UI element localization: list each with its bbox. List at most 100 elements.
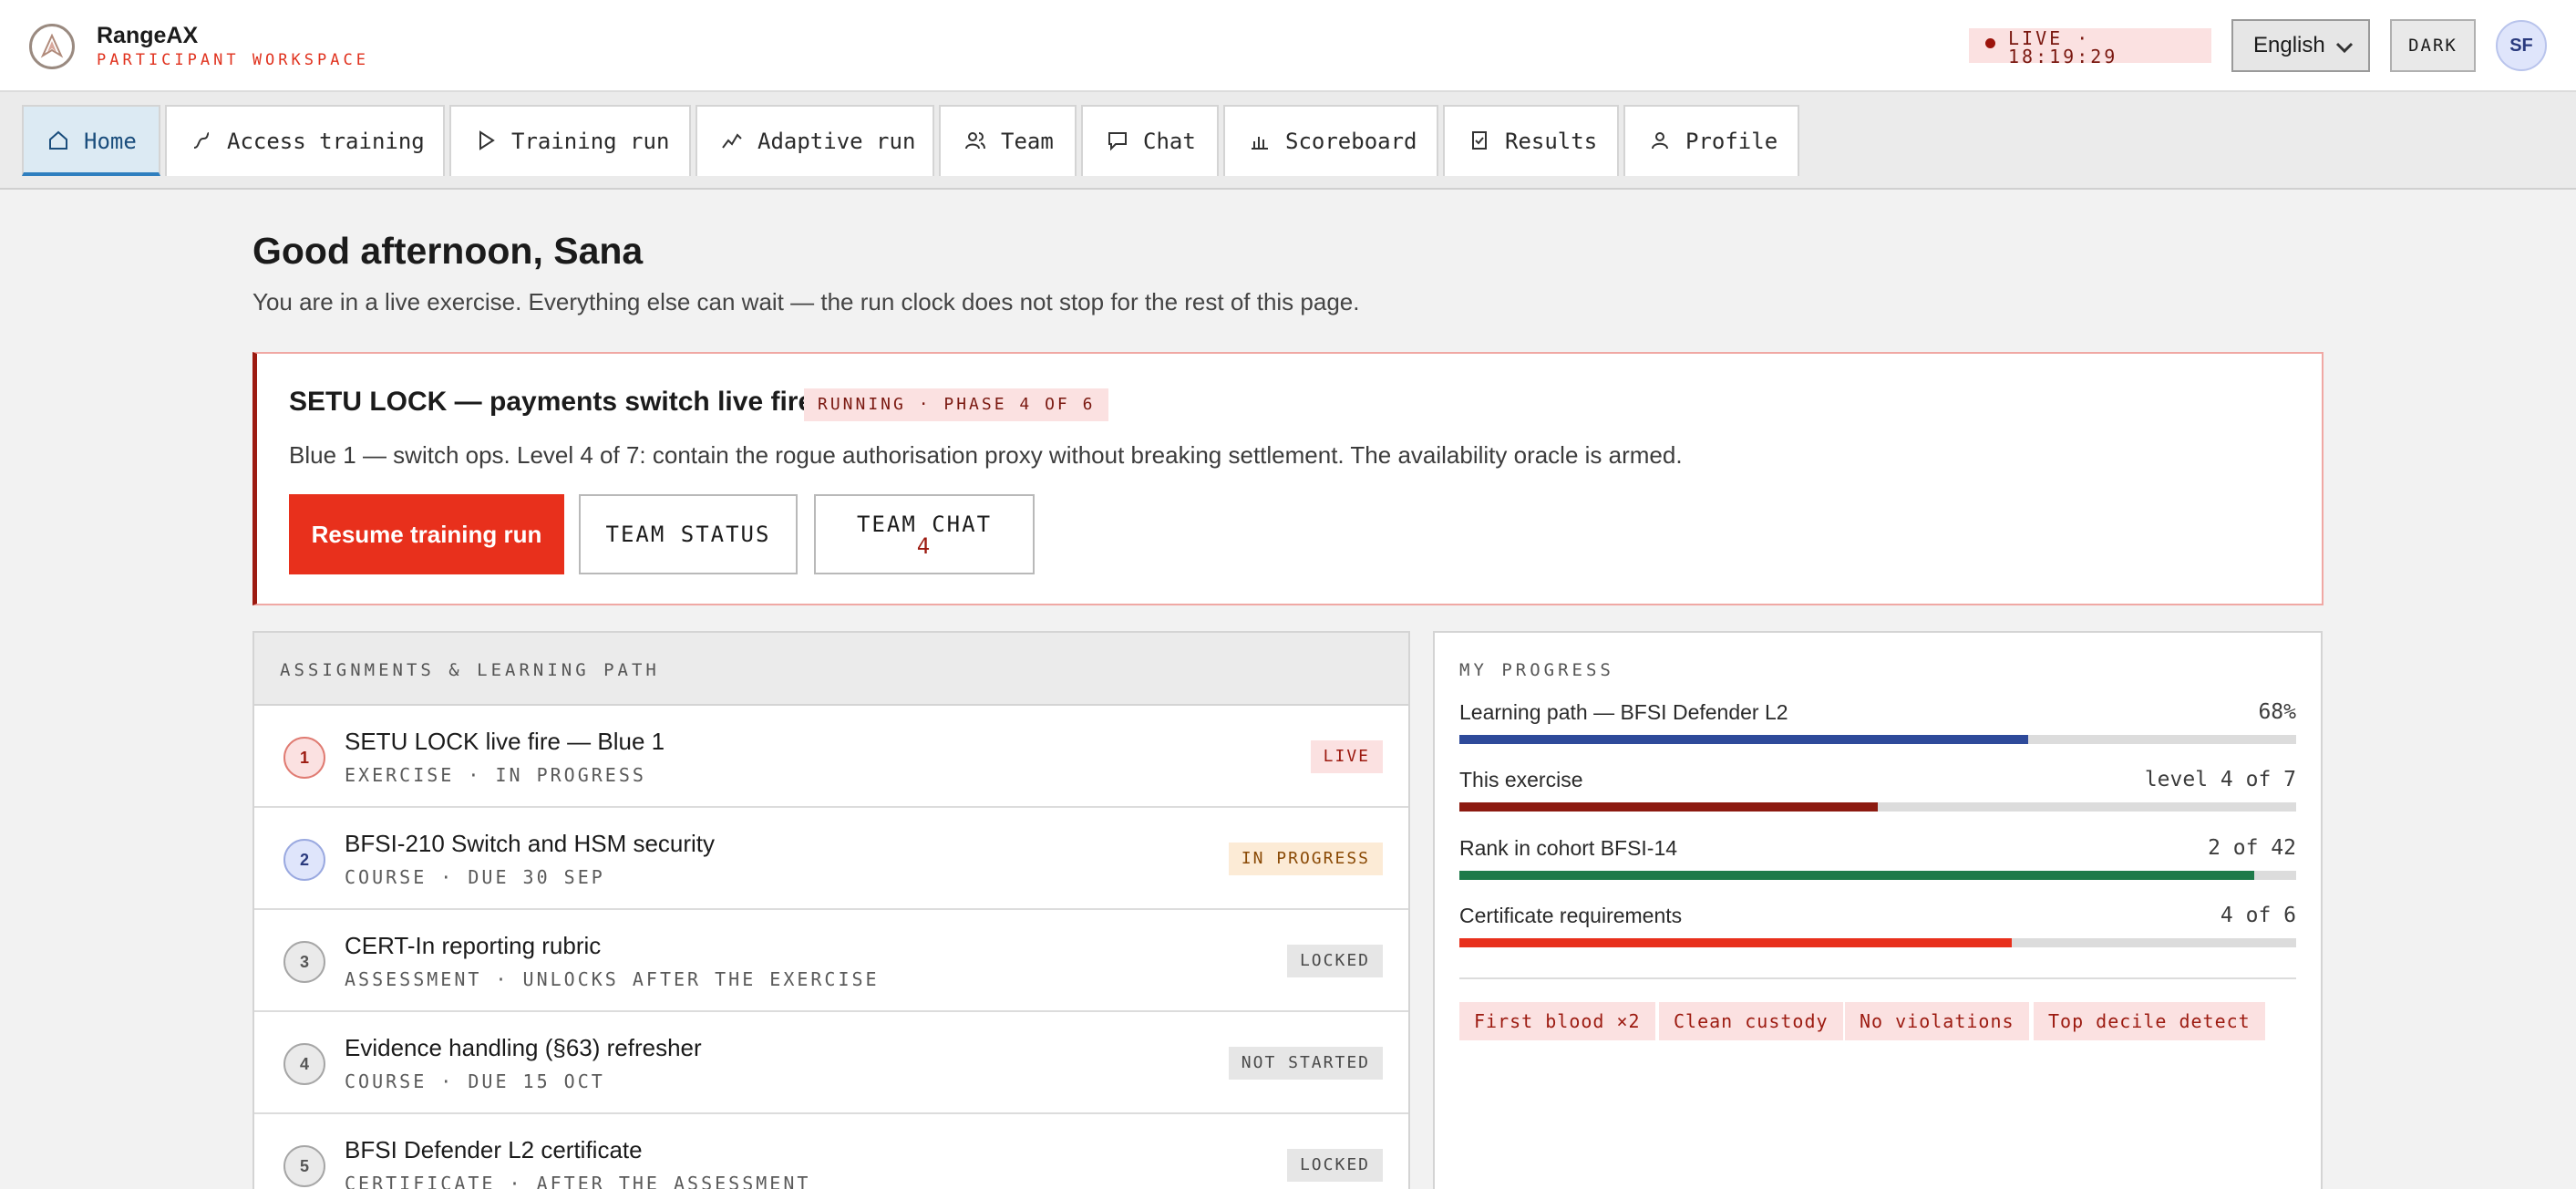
item-title: BFSI-210 Switch and HSM security bbox=[345, 830, 716, 857]
item-title: CERT-In reporting rubric bbox=[345, 932, 602, 959]
user-icon bbox=[1652, 132, 1668, 150]
active-run-card: SETU LOCK — payments switch live fire RU… bbox=[252, 352, 2324, 605]
item-meta: COURSE · DUE 30 SEP bbox=[345, 866, 605, 888]
step-number: 3 bbox=[283, 941, 325, 983]
app-name: RangeAX bbox=[97, 23, 199, 48]
progress-label: Learning path — BFSI Defender L2 bbox=[1459, 700, 1788, 724]
team-chat-count: 4 bbox=[916, 533, 933, 559]
tab-training-run[interactable]: Training run bbox=[449, 105, 691, 176]
tab-scoreboard[interactable]: Scoreboard bbox=[1223, 105, 1438, 176]
progress-fill bbox=[1459, 802, 1878, 812]
assignments-heading: ASSIGNMENTS & LEARNING PATH bbox=[254, 633, 1408, 706]
play-icon bbox=[479, 130, 495, 150]
trend-icon bbox=[722, 133, 742, 149]
step-number: 5 bbox=[283, 1145, 325, 1187]
item-meta: EXERCISE · IN PROGRESS bbox=[345, 764, 646, 786]
tab-label: Scoreboard bbox=[1285, 129, 1417, 154]
list-item[interactable]: 4 Evidence handling (§63) refresher COUR… bbox=[254, 1012, 1408, 1114]
status-badge: LOCKED bbox=[1286, 945, 1383, 977]
tab-chat[interactable]: Chat bbox=[1081, 105, 1219, 176]
chevron-down-icon bbox=[2335, 42, 2354, 54]
team-status-button[interactable]: TEAM STATUS bbox=[579, 494, 798, 574]
progress-item: Certificate requirements 4 of 6 bbox=[1459, 904, 2296, 958]
step-number: 1 bbox=[283, 737, 325, 779]
tab-label: Chat bbox=[1143, 129, 1196, 154]
top-header: RangeAX PARTICIPANT WORKSPACE LIVE · 18:… bbox=[0, 0, 2576, 92]
progress-value: 4 of 6 bbox=[2220, 904, 2296, 927]
bar-chart-icon bbox=[1252, 137, 1268, 150]
progress-label: This exercise bbox=[1459, 768, 1583, 791]
live-clock-badge: LIVE · 18:19:29 bbox=[1969, 27, 2211, 67]
assignments-panel: ASSIGNMENTS & LEARNING PATH 1 SETU LOCK … bbox=[252, 631, 1410, 1189]
status-badge: NOT STARTED bbox=[1228, 1047, 1383, 1080]
tab-label: Training run bbox=[511, 129, 670, 154]
tab-label: Home bbox=[84, 129, 137, 154]
main-nav: Home Access training Training run Adapti… bbox=[0, 92, 2576, 190]
list-item[interactable]: 1 SETU LOCK live fire — Blue 1 EXERCISE … bbox=[254, 706, 1408, 808]
achievement-chip: Clean custody bbox=[1659, 1002, 1843, 1040]
progress-track bbox=[1459, 735, 2296, 744]
item-title: SETU LOCK live fire — Blue 1 bbox=[345, 728, 665, 755]
tab-profile[interactable]: Profile bbox=[1623, 105, 1799, 176]
item-title: Evidence handling (§63) refresher bbox=[345, 1034, 702, 1061]
step-number: 2 bbox=[283, 839, 325, 881]
list-item[interactable]: 3 CERT-In reporting rubric ASSESSMENT · … bbox=[254, 910, 1408, 1012]
run-status-badge: RUNNING · PHASE 4 OF 6 bbox=[804, 388, 1109, 421]
item-meta: COURSE · DUE 15 OCT bbox=[345, 1070, 605, 1092]
achievement-chip: No violations bbox=[1845, 1002, 2029, 1040]
tab-team[interactable]: Team bbox=[939, 105, 1077, 176]
route-icon bbox=[193, 132, 210, 149]
tab-home[interactable]: Home bbox=[22, 105, 160, 176]
page-title: Good afternoon, Sana bbox=[252, 230, 644, 272]
item-meta: CERTIFICATE · AFTER THE ASSESSMENT bbox=[345, 1173, 811, 1189]
tab-adaptive-run[interactable]: Adaptive run bbox=[696, 105, 934, 176]
language-value: English bbox=[2253, 33, 2325, 57]
progress-label: Certificate requirements bbox=[1459, 904, 1683, 927]
tab-access-training[interactable]: Access training bbox=[165, 105, 445, 176]
list-item[interactable]: 2 BFSI-210 Switch and HSM security COURS… bbox=[254, 808, 1408, 910]
progress-heading: MY PROGRESS bbox=[1459, 660, 1614, 680]
progress-item: Rank in cohort BFSI-14 2 of 42 bbox=[1459, 836, 2296, 891]
language-select[interactable]: English bbox=[2231, 19, 2370, 72]
dark-mode-button[interactable]: DARK bbox=[2390, 19, 2476, 72]
step-number: 4 bbox=[283, 1043, 325, 1085]
progress-item: Learning path — BFSI Defender L2 68% bbox=[1459, 700, 2296, 755]
progress-value: 68% bbox=[2258, 700, 2296, 724]
progress-value: level 4 of 7 bbox=[2144, 768, 2296, 791]
avatar[interactable]: SF bbox=[2496, 20, 2547, 71]
progress-fill bbox=[1459, 871, 2255, 880]
users-icon bbox=[965, 132, 985, 150]
live-time: 18:19:29 bbox=[2008, 46, 2118, 67]
progress-fill bbox=[1459, 938, 2012, 947]
progress-track bbox=[1459, 938, 2296, 947]
live-dot-icon bbox=[1985, 38, 1995, 48]
app-subtitle: PARTICIPANT WORKSPACE bbox=[97, 51, 369, 69]
divider bbox=[1459, 977, 2296, 979]
page-intro: You are in a live exercise. Everything e… bbox=[252, 288, 1360, 315]
item-meta: ASSESSMENT · UNLOCKS AFTER THE EXERCISE bbox=[345, 968, 880, 990]
item-title: BFSI Defender L2 certificate bbox=[345, 1136, 643, 1163]
progress-track bbox=[1459, 871, 2296, 880]
progress-label: Rank in cohort BFSI-14 bbox=[1459, 836, 1678, 860]
rangeax-logo-icon[interactable] bbox=[29, 24, 75, 69]
run-description: Blue 1 — switch ops. Level 4 of 7: conta… bbox=[289, 441, 1683, 469]
progress-fill bbox=[1459, 735, 2029, 744]
run-title: SETU LOCK — payments switch live fire bbox=[289, 387, 814, 417]
team-chat-button[interactable]: TEAM CHAT 4 bbox=[814, 494, 1035, 574]
tab-label: Profile bbox=[1685, 129, 1778, 154]
live-label: LIVE · bbox=[2008, 27, 2091, 49]
resume-training-run-button[interactable]: Resume training run bbox=[289, 494, 564, 574]
my-progress-panel: MY PROGRESS Learning path — BFSI Defende… bbox=[1433, 631, 2323, 1189]
status-badge: LOCKED bbox=[1286, 1149, 1383, 1182]
chat-icon bbox=[1108, 132, 1127, 151]
tab-label: Team bbox=[1001, 129, 1054, 154]
tab-label: Results bbox=[1505, 129, 1598, 154]
tab-label: Adaptive run bbox=[757, 129, 916, 154]
tab-label: Access training bbox=[227, 129, 425, 154]
progress-track bbox=[1459, 802, 2296, 812]
list-item[interactable]: 5 BFSI Defender L2 certificate CERTIFICA… bbox=[254, 1114, 1408, 1189]
achievement-chip: First blood ×2 bbox=[1459, 1002, 1655, 1040]
tab-results[interactable]: Results bbox=[1443, 105, 1619, 176]
home-icon bbox=[49, 130, 67, 150]
progress-item: This exercise level 4 of 7 bbox=[1459, 768, 2296, 822]
